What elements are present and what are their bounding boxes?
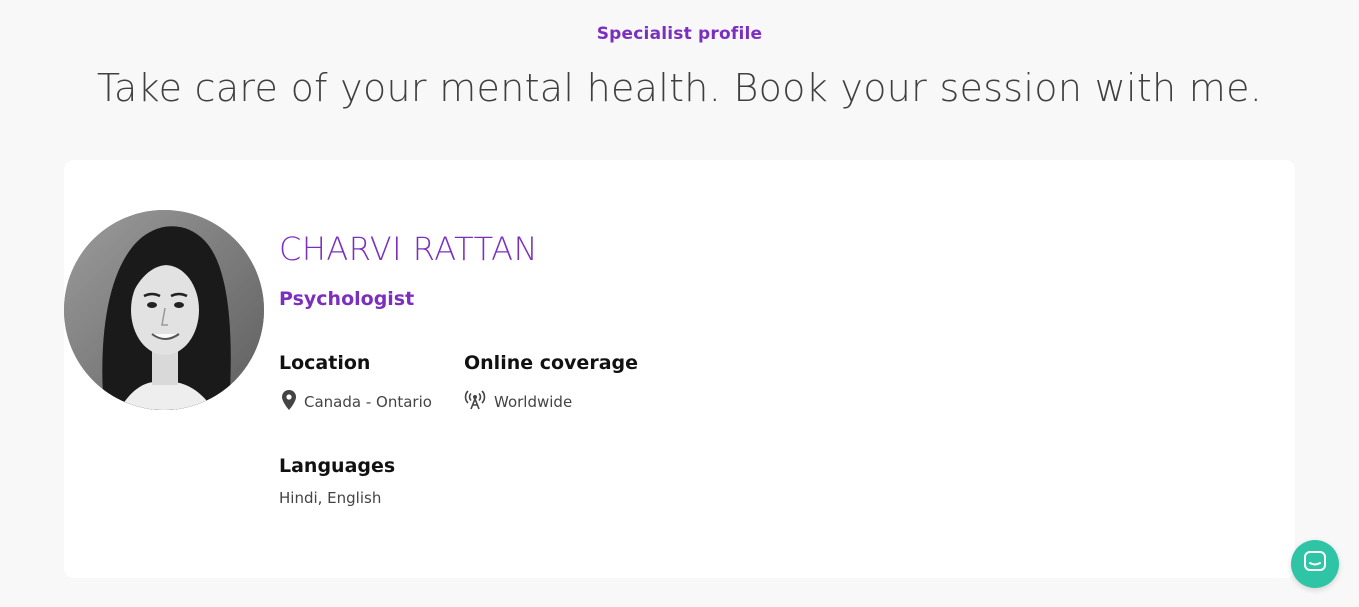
- location-value: Canada - Ontario: [282, 390, 432, 414]
- online-coverage-label: Online coverage: [464, 352, 638, 374]
- specialist-name: CHARVI RATTAN: [279, 230, 538, 268]
- languages-label: Languages: [279, 455, 396, 477]
- languages-value: Hindi, English: [279, 489, 382, 507]
- location-text: Canada - Ontario: [304, 393, 432, 411]
- page-title: Take care of your mental health. Book yo…: [96, 66, 1263, 110]
- page-eyebrow: Specialist profile: [596, 24, 763, 44]
- broadcast-antenna-icon: [464, 390, 486, 414]
- specialist-card: CHARVI RATTAN Psychologist Location Cana…: [64, 160, 1295, 578]
- location-label: Location: [279, 352, 371, 374]
- chat-bubble-icon: [1303, 550, 1327, 578]
- online-coverage-text: Worldwide: [494, 393, 573, 411]
- map-pin-icon: [282, 390, 296, 414]
- avatar: [64, 210, 264, 410]
- online-coverage-value: Worldwide: [464, 390, 572, 414]
- specialist-role: Psychologist: [279, 288, 415, 310]
- chat-launcher-button[interactable]: [1291, 540, 1339, 588]
